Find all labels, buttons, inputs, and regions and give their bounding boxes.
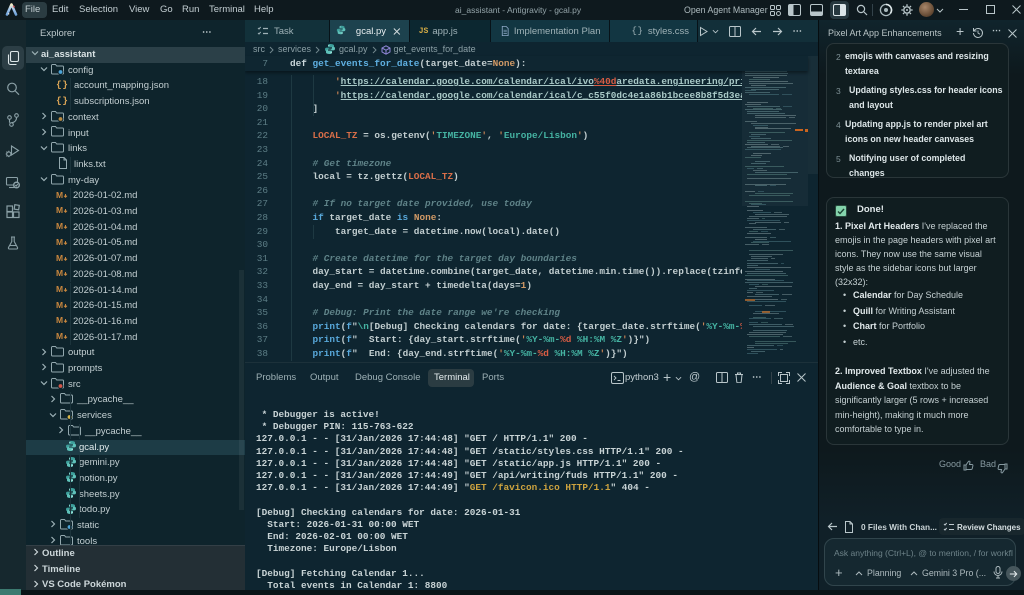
svg-text:M: M xyxy=(56,268,63,278)
svg-text:M: M xyxy=(56,300,63,310)
svg-text:M: M xyxy=(56,253,63,263)
svg-text:M: M xyxy=(56,284,63,294)
svg-text:M: M xyxy=(56,190,63,200)
svg-text:M: M xyxy=(56,331,63,341)
svg-text:M: M xyxy=(56,237,63,247)
svg-text:M: M xyxy=(56,205,63,215)
svg-text:M: M xyxy=(56,221,63,231)
svg-text:M: M xyxy=(56,315,63,325)
